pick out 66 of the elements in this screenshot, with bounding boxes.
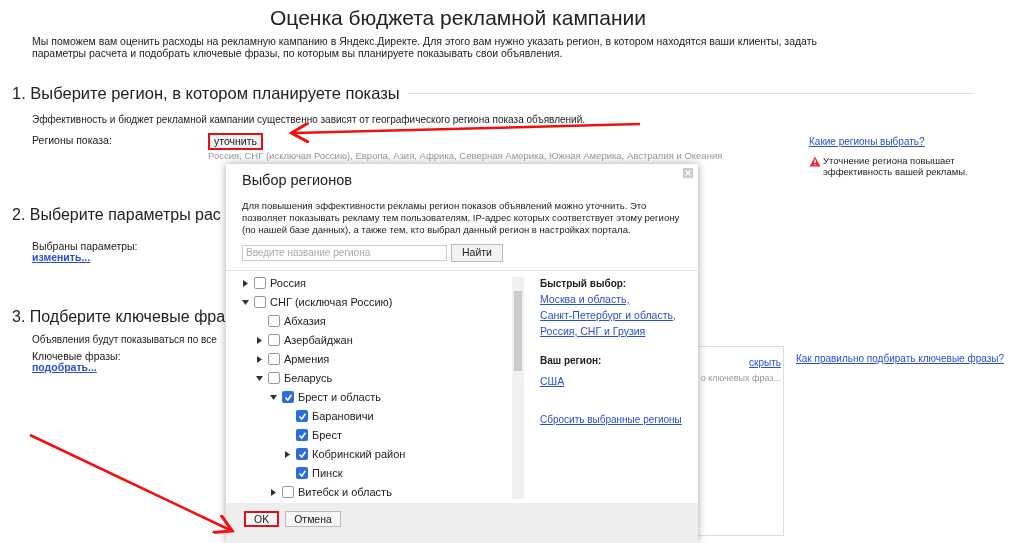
help-link[interactable]: Как правильно подбирать ключевые фразы? xyxy=(795,350,1004,363)
region-label[interactable]: СНГ (исключая Россию) xyxy=(270,294,393,311)
reset-link[interactable]: Сбросить выбранные регионы xyxy=(540,411,682,427)
warning-icon xyxy=(809,155,821,167)
collapsed-triangle-icon[interactable] xyxy=(242,279,249,287)
section-heading: 2. Выберите параметры рас xyxy=(12,204,221,225)
your-region-title: Ваш регион: xyxy=(540,353,602,368)
checkbox[interactable] xyxy=(254,277,266,290)
region-label[interactable]: Абхазия xyxy=(284,313,326,330)
collapsed-triangle-icon[interactable] xyxy=(256,336,263,344)
region-search-field[interactable]: Введите название региона xyxy=(242,244,447,261)
warning-text: Уточнение региона повышает эффективность вашей рекламы. xyxy=(823,154,969,177)
scrollbar[interactable] xyxy=(512,276,524,499)
collapsed-triangle-icon[interactable] xyxy=(284,450,291,458)
region-label[interactable]: Азербайджан xyxy=(284,332,353,349)
close-icon xyxy=(685,170,691,176)
field-label: Ключевые фразы: xyxy=(32,350,122,362)
region-label[interactable]: Барановичи xyxy=(312,408,374,425)
cancel-button[interactable]: Отмена xyxy=(285,510,341,527)
quick-select-title: Быстрый выбор: xyxy=(540,276,627,291)
panel-text: о ключевых фраз... xyxy=(700,371,781,385)
your-region-link[interactable]: США xyxy=(540,373,565,390)
region-label[interactable]: Витебск и область xyxy=(298,484,392,501)
intro-text: Мы поможем вам оценить расходы на рекламную кампанию в Яндекс.Директе. Для этого вам нужно указать регион, в котором находятся ваши клиенты, задать параметры расчета и подобрать ключевые фразы, по которым вы планируете показывать свои объявления. xyxy=(32,35,818,59)
checkbox[interactable] xyxy=(268,372,280,385)
region-label[interactable]: Брест xyxy=(312,427,342,444)
quick-select-link[interactable]: Москва и область, xyxy=(540,291,630,307)
find-button[interactable]: Найти xyxy=(451,243,503,262)
checkbox[interactable] xyxy=(268,353,280,366)
checkbox[interactable] xyxy=(296,448,308,461)
collapsed-triangle-icon[interactable] xyxy=(256,355,263,363)
expanded-triangle-icon[interactable] xyxy=(270,393,277,401)
region-label[interactable]: Беларусь xyxy=(284,370,333,387)
region-label[interactable]: Брест и область xyxy=(298,389,381,406)
dialog-title: Выбор регионов xyxy=(242,171,353,190)
field-label: Регионы показа: xyxy=(32,132,113,148)
expanded-triangle-icon[interactable] xyxy=(242,298,249,306)
refine-button[interactable]: уточнить xyxy=(208,132,263,150)
quick-select-link[interactable]: Россия, СНГ и Грузия xyxy=(540,323,646,339)
regions-text: Россия, СНГ (исключая Россию), Европа, Азия, Африка, Северная Америка, Южная Америка, Австралия и Океания xyxy=(208,149,724,161)
ok-button[interactable]: OK xyxy=(244,510,280,527)
region-label[interactable]: Пинск xyxy=(312,465,343,482)
region-label[interactable]: Россия xyxy=(270,275,307,292)
checkbox[interactable] xyxy=(268,334,280,347)
page-title: Оценка бюджета рекламной кампании xyxy=(270,5,646,31)
pick-link[interactable]: подобрать... xyxy=(32,361,192,373)
checkbox[interactable] xyxy=(282,391,294,404)
expanded-triangle-icon[interactable] xyxy=(256,374,263,382)
checkbox[interactable] xyxy=(282,486,294,499)
checkbox[interactable] xyxy=(296,429,308,442)
section-description: Эффективность и бюджет рекламной кампании существенно зависят от географического региона показа объявлений. xyxy=(32,112,587,127)
checkbox[interactable] xyxy=(268,315,280,328)
field-label: Выбраны параметры: xyxy=(32,240,138,252)
section-description: Объявления будут показываться по все xyxy=(32,332,217,347)
collapsed-triangle-icon[interactable] xyxy=(270,488,277,496)
checkbox[interactable] xyxy=(254,296,266,309)
checkbox[interactable] xyxy=(296,410,308,423)
hide-link[interactable]: скрыть xyxy=(749,354,781,370)
quick-select-link[interactable]: Санкт-Петербург и область, xyxy=(540,307,676,323)
dialog-description: Для повышения эффективности рекламы регион показов объявлений можно уточнить. Это позволяет показывать рекламу тем пользователям, IP-адрес которых соответствует этому региону (по нашей базе данных), а также тем, кто выбрал данный регион в настройках портала. xyxy=(242,199,681,236)
section-heading: 3. Подберите ключевые фра xyxy=(12,306,226,327)
help-link[interactable]: Какие регионы выбрать? xyxy=(809,135,925,147)
region-label[interactable]: Армения xyxy=(284,351,330,368)
region-label[interactable]: Кобринский район xyxy=(312,446,406,463)
checkbox[interactable] xyxy=(296,467,308,480)
section-heading: 1. Выберите регион, в котором планируете показы xyxy=(12,83,400,104)
